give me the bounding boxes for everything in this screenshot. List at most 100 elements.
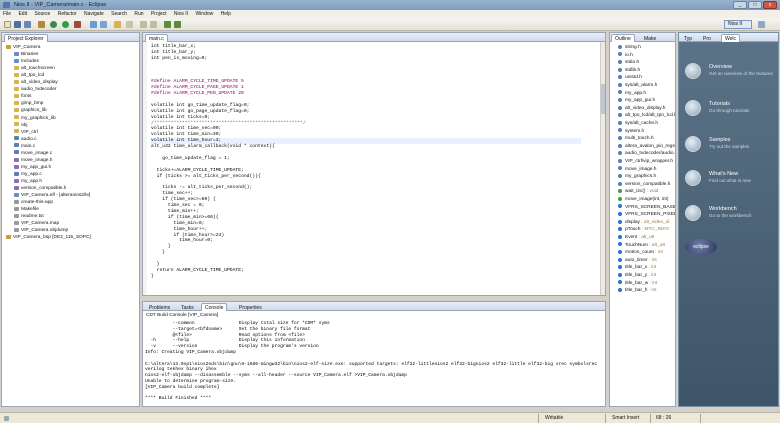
tree-item[interactable]: move_image.c <box>14 150 52 157</box>
search-icon[interactable] <box>114 21 121 28</box>
outline-item[interactable]: system.h <box>618 128 644 136</box>
outline-item[interactable]: version_compatible.h <box>618 181 670 189</box>
outline-item[interactable]: title_bar_h : int <box>618 287 656 295</box>
tree-item[interactable]: readme.txt <box>14 213 44 220</box>
debug-icon[interactable] <box>50 21 57 28</box>
tab-outline[interactable]: Outline <box>611 34 635 42</box>
new-icon[interactable] <box>4 21 11 28</box>
outline-item[interactable]: io.h <box>618 52 633 60</box>
outline-item[interactable]: stdio.h <box>618 59 639 67</box>
menu-navigate[interactable]: Navigate <box>81 10 107 18</box>
outline-item[interactable]: motion_count : int <box>618 249 663 257</box>
outline-item[interactable]: auto_timer : int <box>618 257 657 265</box>
outline-item[interactable]: altera_avalon_pio_regs.h <box>618 143 675 151</box>
outline-item[interactable]: move_image.h <box>618 166 656 174</box>
menu-edit[interactable]: Edit <box>15 10 30 18</box>
tree-item[interactable]: Makefile <box>14 206 39 213</box>
close-button[interactable]: x <box>763 1 777 9</box>
menu-project[interactable]: Project <box>148 10 170 18</box>
outline-item[interactable]: my_graphics.h <box>618 173 656 181</box>
open-type-icon[interactable] <box>100 21 107 28</box>
console-output[interactable]: --common Display total size for *COM* sy… <box>145 321 603 402</box>
menu-run[interactable]: Run <box>131 10 146 18</box>
tree-item[interactable]: fonts <box>14 93 31 100</box>
outline-item[interactable]: VIP_ctrl/vip_wrapper.h <box>618 158 673 166</box>
outline-item[interactable]: string.h <box>618 44 641 52</box>
perspective-switcher[interactable]: Nios II <box>724 20 752 29</box>
maximize-button[interactable]: □ <box>748 1 762 9</box>
outline-item[interactable]: VFRS_SCREEN_BASE <box>618 204 675 212</box>
tree-item[interactable]: Binaries <box>14 51 38 58</box>
tab-main-c[interactable]: main.c <box>145 34 168 42</box>
outline-item[interactable]: TouchNum : alt_u8 <box>618 242 665 250</box>
menu-source[interactable]: Source <box>31 10 53 18</box>
tree-item[interactable]: audio_tvdecoder <box>14 86 56 93</box>
outline-item[interactable]: title_bar_w : int <box>618 280 657 288</box>
outline-item[interactable]: VFRS_SCREEN_PIXEL <box>618 211 675 219</box>
outline-item[interactable]: sys/alt_alarm.h <box>618 82 657 90</box>
tab-welcome[interactable]: Welc <box>721 34 741 42</box>
tree-item[interactable]: VIP_Camera_bsp [DE2_115_SOPC] <box>6 234 91 241</box>
tree-item[interactable]: my_graphics_lib <box>14 115 56 122</box>
menu-search[interactable]: Search <box>108 10 130 18</box>
code-area[interactable]: int title_bar_x; int title_bar_y; int pen_… <box>151 44 601 280</box>
run-icon[interactable] <box>62 21 69 28</box>
tab-tasks[interactable]: Tasks <box>177 303 198 311</box>
tree-item[interactable]: obj <box>14 122 27 129</box>
minimize-button[interactable]: _ <box>733 1 747 9</box>
menu-help[interactable]: Help <box>218 10 234 18</box>
tree-item[interactable]: alt_video_display <box>14 79 58 86</box>
outline-item[interactable]: multi_touch.h <box>618 135 654 143</box>
tab-project-explorer[interactable]: Project Explorer <box>4 34 48 42</box>
build-icon[interactable] <box>38 21 45 28</box>
menu-nios-ii[interactable]: Nios II <box>171 10 191 18</box>
menu-refactor[interactable]: Refactor <box>55 10 80 18</box>
tree-item[interactable]: Includes <box>14 58 39 65</box>
tree-item[interactable]: VIP_Camera.objdump <box>14 227 68 234</box>
tab-problems[interactable]: Problems <box>145 303 174 311</box>
outline-item[interactable]: unistd.h <box>618 74 642 82</box>
menu-file[interactable]: File <box>0 10 14 18</box>
tab-console[interactable]: Console <box>201 303 228 311</box>
tree-item[interactable]: audio.c <box>14 136 36 143</box>
back-icon[interactable] <box>164 21 171 28</box>
tree-item[interactable]: alt_tpo_lcd <box>14 72 44 79</box>
outline-item[interactable]: my_app.h <box>618 90 646 98</box>
outline-item[interactable]: Event : alt_u8 <box>618 234 654 242</box>
prev-annotation-icon[interactable] <box>140 21 147 28</box>
outline-item[interactable]: alt_tpo_lcd/alt_tpo_lcd.h <box>618 112 675 120</box>
outline-item[interactable]: move_image(int, int) <box>618 196 668 204</box>
tab-make[interactable]: Make <box>640 34 660 42</box>
outline-item[interactable]: alt_video_display.h <box>618 105 665 113</box>
external-tools-icon[interactable] <box>74 21 81 28</box>
save-all-icon[interactable] <box>24 21 31 28</box>
tree-item[interactable]: main.c <box>14 143 35 150</box>
menu-window[interactable]: Window <box>192 10 216 18</box>
pen-icon[interactable] <box>126 21 133 28</box>
tree-item[interactable]: gimp_bmp <box>14 100 43 107</box>
outline-item[interactable]: my_app_gui.h <box>618 97 655 105</box>
tree-item[interactable]: alt_touchscreen <box>14 65 55 72</box>
tree-item[interactable]: my_app_gui.h <box>14 164 51 171</box>
tab-properties-view[interactable]: Pro <box>699 34 715 42</box>
outline-item[interactable]: pTouch : MTC_INFO <box>618 226 669 234</box>
outline-item[interactable]: sys/alt_cache.h <box>618 120 658 128</box>
tree-item[interactable]: create-this-app <box>14 199 53 206</box>
open-perspective-icon[interactable] <box>758 21 765 28</box>
outline-item[interactable]: stdlib.h <box>618 67 640 75</box>
outline-item[interactable]: display : alt_video_di <box>618 219 670 227</box>
tree-item[interactable]: version_compatible.h <box>14 185 66 192</box>
tree-item[interactable]: graphics_lib <box>14 107 47 114</box>
tree-item[interactable]: VIP_Camera.elf - [alteranios2/le] <box>14 192 90 199</box>
tree-item[interactable]: VIP_Camera.map <box>14 220 59 227</box>
editor-scrollbar[interactable] <box>600 42 605 295</box>
outline-item[interactable]: audio_tvdecoder/audio.h <box>618 150 675 158</box>
new-class-icon[interactable] <box>90 21 97 28</box>
forward-icon[interactable] <box>174 21 181 28</box>
tree-item[interactable]: my_app.h <box>14 178 42 185</box>
save-icon[interactable] <box>14 21 21 28</box>
tree-item[interactable]: my_app.c <box>14 171 42 178</box>
tree-item[interactable]: VIP_Camera <box>6 44 40 51</box>
tab-properties[interactable]: Properties <box>235 303 266 311</box>
tree-item[interactable]: move_image.h <box>14 157 52 164</box>
